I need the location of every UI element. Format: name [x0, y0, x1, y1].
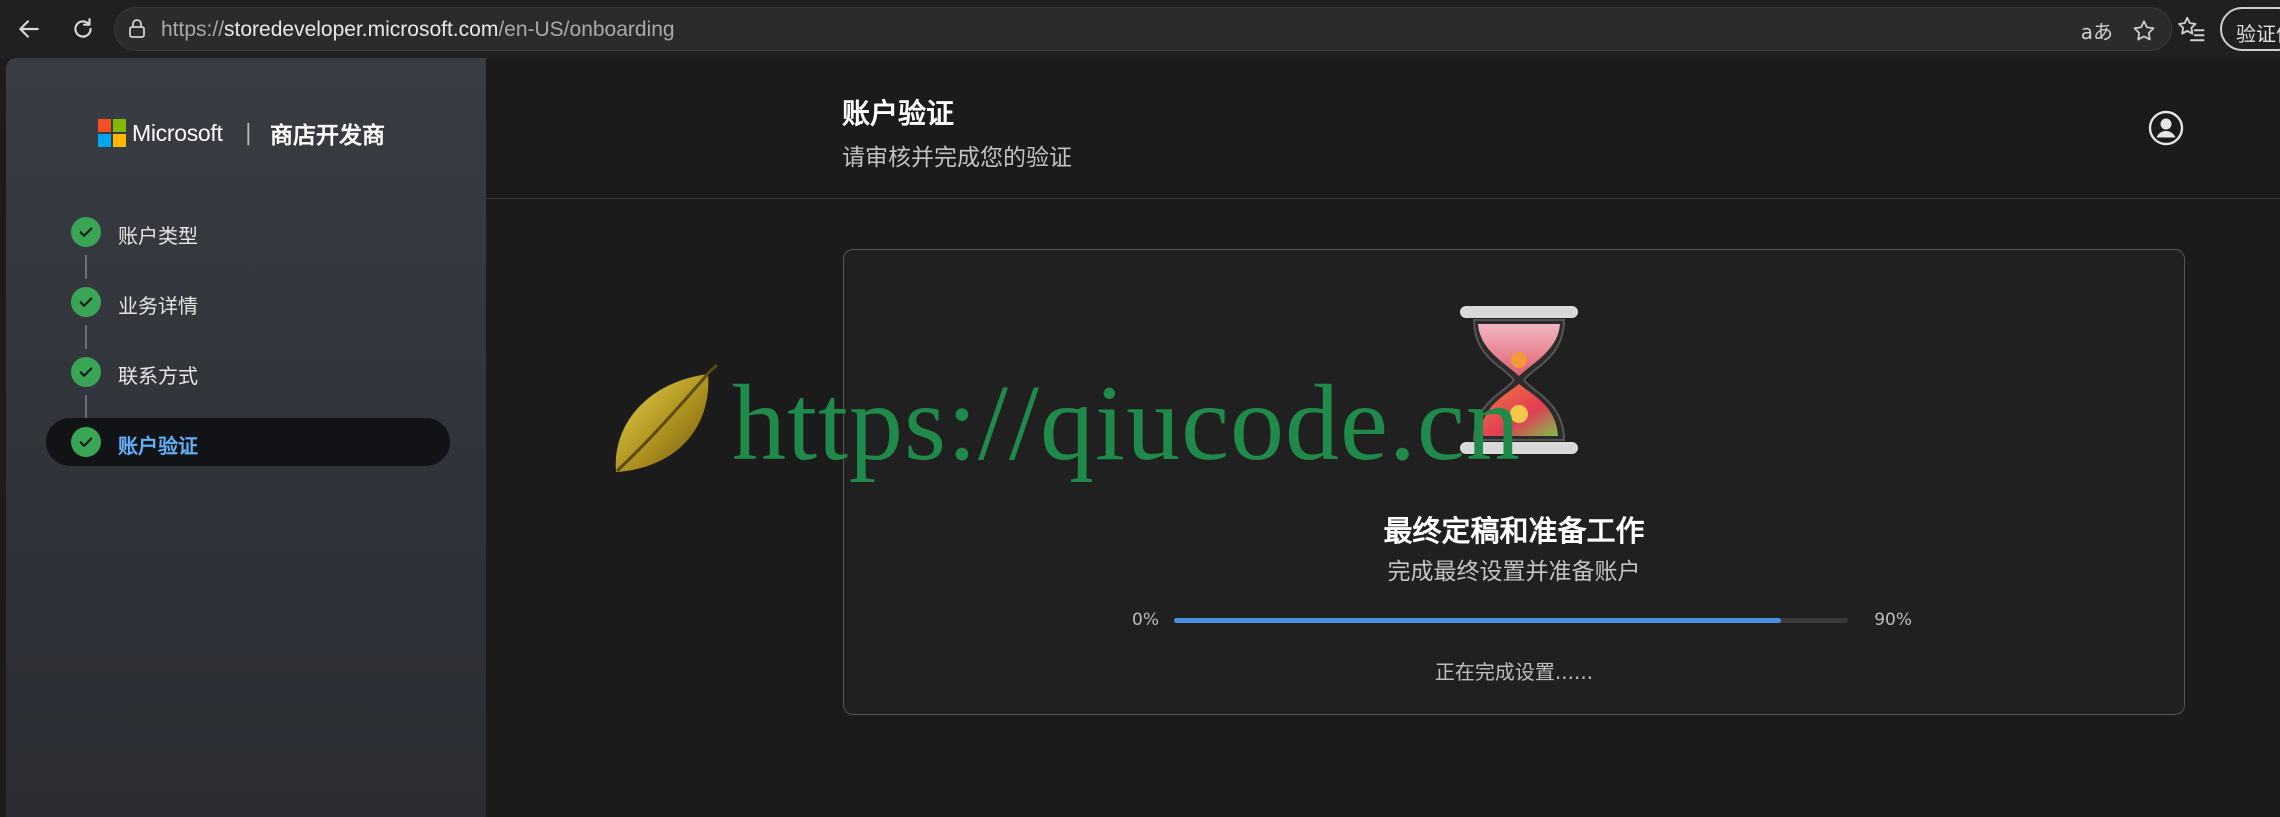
- step-connector: [85, 255, 87, 279]
- step-label: 联系方式: [118, 364, 198, 388]
- product-name: 商店开发商: [270, 123, 386, 149]
- url-text[interactable]: https://storedeveloper.microsoft.com/en-…: [161, 18, 675, 42]
- page-subtitle: 请审核并完成您的验证: [842, 145, 1072, 171]
- page-header: 账户验证 请审核并完成您的验证: [486, 58, 2280, 199]
- read-aloud-button[interactable]: aあ: [2081, 16, 2113, 45]
- step-connector: [85, 395, 87, 419]
- step-account-type[interactable]: 账户类型: [46, 208, 450, 256]
- lock-icon[interactable]: [125, 17, 149, 41]
- progress-bar: 0% 90%: [1132, 608, 1912, 632]
- check-icon: [71, 287, 101, 317]
- progress-start-label: 0%: [1132, 610, 1159, 630]
- check-icon: [71, 357, 101, 387]
- favorites-list-icon[interactable]: [2176, 14, 2206, 44]
- profile-button[interactable]: 验证信: [2220, 7, 2280, 51]
- onboarding-steps: 账户类型 业务详情 联系方式 账户验证: [46, 208, 450, 466]
- status-text: 正在完成设置......: [1434, 660, 1594, 684]
- step-connector: [85, 325, 87, 349]
- user-circle-icon[interactable]: [2148, 110, 2184, 146]
- microsoft-logo-icon: [98, 119, 126, 147]
- card-title: 最终定稿和准备工作: [1383, 514, 1645, 548]
- progress-end-label: 90%: [1874, 610, 1912, 630]
- step-business-details[interactable]: 业务详情: [46, 278, 450, 326]
- check-icon: [71, 217, 101, 247]
- address-bar[interactable]: https://storedeveloper.microsoft.com/en-…: [114, 7, 2172, 51]
- brand-name: Microsoft: [132, 119, 223, 146]
- watermark-text: https://qiucode.cn: [732, 364, 1521, 483]
- sidebar: Microsoft | 商店开发商 账户类型 业务详情 联系方式 账户验证: [6, 58, 486, 817]
- brand[interactable]: Microsoft | 商店开发商: [98, 116, 385, 150]
- step-label: 账户类型: [118, 224, 198, 248]
- arrow-left-icon: [19, 20, 39, 38]
- card-subtitle: 完成最终设置并准备账户: [1387, 559, 1641, 585]
- refresh-icon: [74, 18, 92, 38]
- brand-separator: |: [244, 120, 253, 146]
- leaf-icon: [615, 364, 718, 472]
- step-account-verification[interactable]: 账户验证: [46, 418, 450, 466]
- star-icon[interactable]: [2131, 18, 2157, 44]
- progress-track: [1174, 618, 1848, 623]
- watermark: https://qiucode.cn: [608, 358, 1568, 488]
- check-icon: [71, 427, 101, 457]
- refresh-button[interactable]: [64, 10, 102, 48]
- progress-fill: [1174, 618, 1781, 623]
- step-label: 业务详情: [118, 294, 198, 318]
- page-title: 账户验证: [842, 97, 955, 130]
- back-button[interactable]: [10, 10, 48, 48]
- browser-toolbar: https://storedeveloper.microsoft.com/en-…: [0, 0, 2280, 58]
- step-label: 账户验证: [118, 434, 198, 458]
- step-contact-info[interactable]: 联系方式: [46, 348, 450, 396]
